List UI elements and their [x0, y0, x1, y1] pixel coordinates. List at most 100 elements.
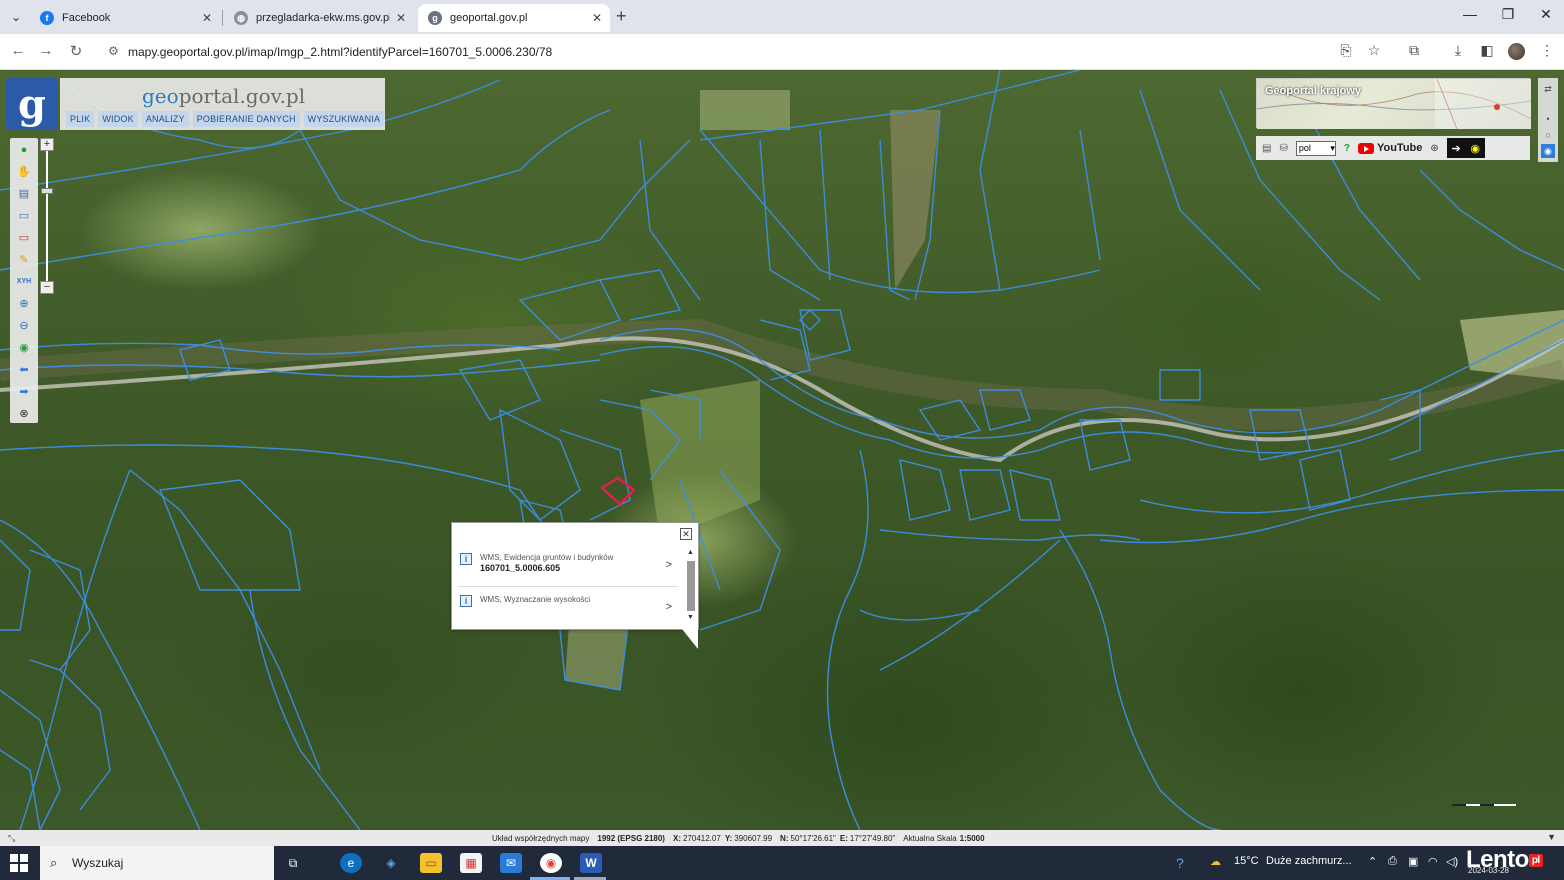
menu-pobieranie-danych[interactable]: POBIERANIE DANYCH [192, 111, 300, 127]
windows-taskbar: ⌕ Wyszukaj ⧉ e ◈ ▭ ▦ ✉ ◉ W ? ☁ 15°C Duże… [0, 846, 1564, 880]
mail-icon[interactable]: ✉ [500, 853, 522, 873]
tab-facebook[interactable]: f Facebook ✕ [30, 4, 220, 32]
tab-close-icon[interactable]: ✕ [202, 11, 212, 25]
panel-collapse-icon[interactable]: ⇄ [1541, 82, 1555, 96]
popup-result-height[interactable]: i WMS, Wyznaczanie wysokości > [460, 593, 672, 629]
status-collapse-icon[interactable]: ▼ [1547, 832, 1556, 842]
xyh-icon[interactable]: XYH [16, 274, 32, 290]
tab-close-icon[interactable]: ✕ [396, 11, 406, 25]
taskbar-search[interactable]: ⌕ Wyszukaj [40, 846, 274, 880]
weather-icon[interactable]: ☁ [1210, 855, 1221, 868]
youtube-play-icon [1357, 142, 1374, 154]
site-info-icon[interactable]: ⚙ [108, 44, 119, 58]
close-window-button[interactable]: ✕ [1531, 6, 1561, 23]
forward-button[interactable]: → [36, 42, 56, 59]
help-icon[interactable]: ? [1344, 143, 1350, 154]
scale-bar [1452, 804, 1516, 808]
popup-close-button[interactable]: ✕ [680, 528, 692, 540]
help-tray-icon[interactable]: ? [1176, 855, 1184, 871]
tab-ekw[interactable]: ◍ przegladarka-ekw.ms.gov.pl/eu ✕ [224, 4, 414, 32]
chrome-icon[interactable]: ◉ [540, 853, 562, 873]
popup-scrollbar[interactable]: ▲ ▼ [687, 549, 695, 621]
more-menu-icon[interactable]: ⋮ [1537, 42, 1557, 59]
zoom-in-icon[interactable]: ⊕ [16, 296, 32, 312]
x-value: 270412.07 [682, 833, 721, 843]
panel-dot-icon[interactable]: • [1541, 112, 1555, 126]
overview-map[interactable]: Geoportal krajowy [1256, 78, 1532, 130]
bookmark-star-icon[interactable]: ☆ [1364, 42, 1384, 59]
restore-button[interactable]: ❐ [1493, 6, 1523, 23]
print-icon[interactable]: ▤ [1262, 143, 1271, 154]
wifi-icon[interactable]: ◠ [1428, 855, 1438, 868]
profile-avatar[interactable] [1508, 43, 1525, 60]
accessibility-icon[interactable]: ⊛ [1430, 143, 1438, 154]
export-icon[interactable]: ⛁ [1279, 143, 1287, 154]
zoom-slider[interactable]: + − [40, 138, 54, 294]
file-explorer-icon[interactable]: ▭ [420, 853, 442, 873]
info-icon[interactable]: ● [16, 142, 32, 158]
zoom-out-icon[interactable]: ⊖ [16, 318, 32, 334]
tab-close-icon[interactable]: ✕ [592, 11, 602, 25]
scroll-down-icon[interactable]: ▼ [687, 614, 694, 621]
minimize-button[interactable]: — [1455, 6, 1485, 22]
contrast-toggle[interactable]: ➔ ◉ [1446, 138, 1485, 158]
tab-search-dropdown[interactable]: ⌄ [6, 7, 26, 27]
tray-chevron-icon[interactable]: ⌃ [1368, 855, 1377, 868]
tab-geoportal[interactable]: g geoportal.gov.pl ✕ [418, 4, 610, 32]
printer-icon[interactable]: ⎙ [1388, 855, 1397, 868]
menu-widok[interactable]: WIDOK [98, 111, 138, 127]
weather-temp[interactable]: 15°C [1234, 855, 1259, 867]
windows-start-button[interactable] [10, 854, 28, 872]
word-icon[interactable]: W [580, 853, 602, 873]
chevron-right-icon[interactable]: > [666, 601, 672, 613]
taskbar-date[interactable]: 2024-03-28 [1468, 866, 1509, 875]
identify-icon[interactable]: ▭ [16, 230, 32, 246]
layers-list-icon[interactable]: ▤ [16, 186, 32, 202]
address-bar[interactable]: ⚙ mapy.geoportal.gov.pl/imap/Imgp_2.html… [100, 38, 1396, 66]
url-text: mapy.geoportal.gov.pl/imap/Imgp_2.html?i… [128, 45, 553, 59]
zoom-knob[interactable] [41, 188, 53, 194]
map-view[interactable]: g geoportal.gov.pl PLIK WIDOK ANALIZY PO… [0, 70, 1564, 830]
language-value: pol [1298, 143, 1311, 153]
zoom-plus-button[interactable]: + [40, 138, 54, 151]
panel-ring-icon[interactable]: ○ [1541, 128, 1555, 142]
geoportal-logo[interactable]: g [6, 78, 58, 130]
zoom-minus-button[interactable]: − [40, 281, 54, 294]
title-rest: portal.gov.pl [178, 84, 306, 108]
new-tab-button[interactable]: + [616, 6, 627, 27]
chevron-right-icon[interactable]: > [666, 559, 672, 571]
downloads-icon[interactable]: ⤓ [1448, 42, 1468, 59]
menu-wyszukiwania[interactable]: WYSZUKIWANIA [303, 111, 385, 127]
back-button[interactable]: ← [8, 42, 28, 59]
remote-desktop-icon[interactable]: ◈ [380, 853, 402, 873]
edge-icon[interactable]: e [340, 853, 362, 873]
extensions-icon[interactable]: ⧉ [1404, 42, 1424, 59]
zoom-track [46, 150, 48, 282]
install-app-icon[interactable]: ⎘ [1336, 42, 1356, 59]
reload-button[interactable]: ↻ [66, 42, 86, 60]
menu-plik[interactable]: PLIK [66, 111, 95, 127]
forward-arrow-icon[interactable]: ➡ [16, 384, 32, 400]
select-area-icon[interactable]: ▭ [16, 208, 32, 224]
weather-description[interactable]: Duże zachmurz... [1266, 855, 1352, 867]
popup-result-egib[interactable]: i WMS, Ewidencja gruntów i budynków 1607… [460, 551, 672, 587]
pan-hand-icon[interactable]: ✋ [16, 164, 32, 180]
task-view-icon[interactable]: ⧉ [282, 853, 304, 873]
globe-icon[interactable]: ◉ [16, 340, 32, 356]
menu-analizy[interactable]: ANALIZY [141, 111, 189, 127]
compass-icon[interactable]: ⊗ [16, 406, 32, 422]
store-icon[interactable]: ▦ [460, 853, 482, 873]
language-select[interactable]: pol ▾ [1295, 140, 1336, 156]
y-label: Y: [724, 833, 733, 843]
panel-eye-icon[interactable]: ◉ [1541, 144, 1555, 158]
volume-icon[interactable]: ◁) [1446, 855, 1458, 868]
youtube-button[interactable]: YouTube [1357, 142, 1422, 154]
scroll-up-icon[interactable]: ▲ [687, 549, 694, 556]
result-source: WMS, Wyznaczanie wysokości [480, 595, 591, 604]
scroll-thumb[interactable] [687, 561, 695, 611]
pencil-icon[interactable]: ✎ [16, 252, 32, 268]
back-arrow-icon[interactable]: ⬅ [16, 362, 32, 378]
resize-icon[interactable]: ⤡ [8, 833, 15, 844]
side-panel-icon[interactable]: ◧ [1477, 42, 1497, 59]
device-icon[interactable]: ▣ [1408, 855, 1418, 868]
